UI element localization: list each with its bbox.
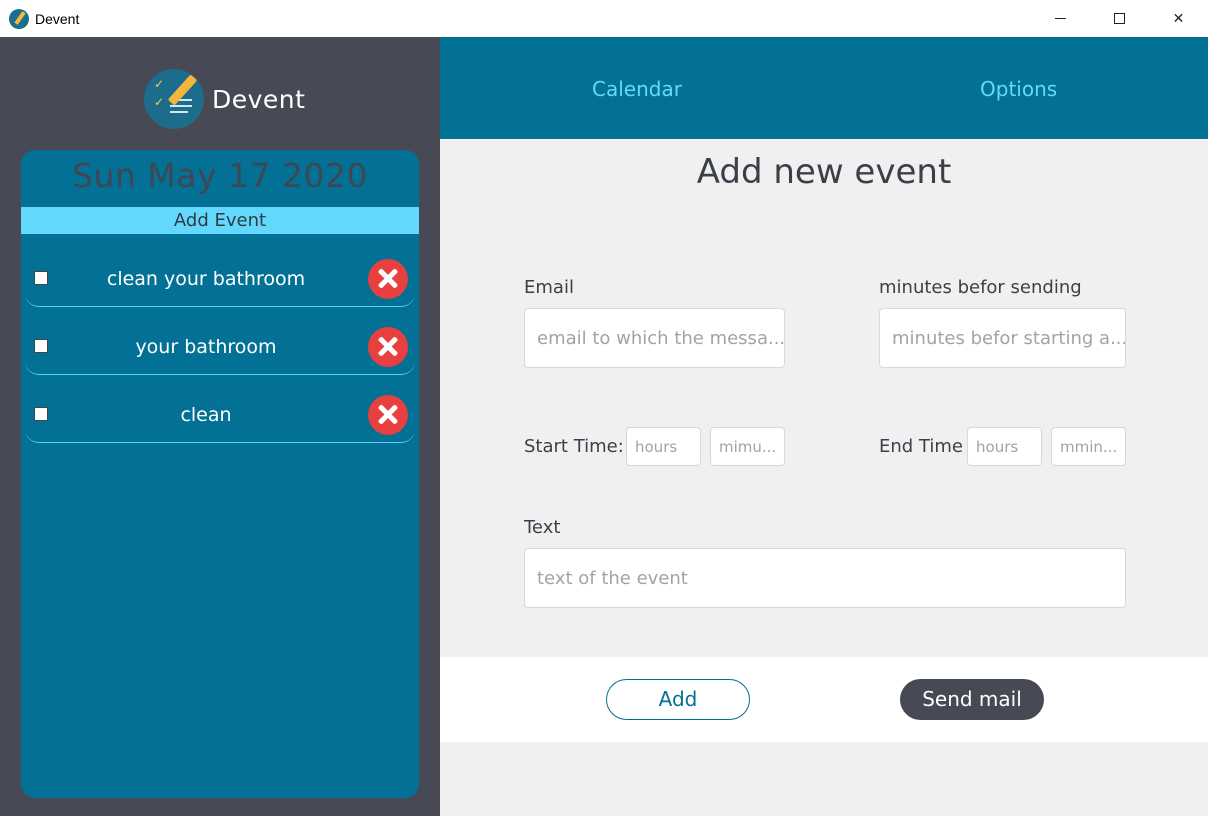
add-event-button[interactable]: Add Event: [21, 207, 419, 234]
brand: ✓ ✓ Devent: [144, 69, 305, 129]
start-minutes-field[interactable]: mimu...: [710, 427, 785, 466]
minutes-before-field[interactable]: minutes befor starting a...: [879, 308, 1126, 368]
app-icon: [9, 8, 29, 29]
minimize-button[interactable]: [1031, 0, 1090, 37]
end-time-label: End Time: [879, 436, 963, 457]
end-minutes-field[interactable]: mmin...: [1051, 427, 1126, 466]
todo-item: clean: [25, 386, 415, 443]
minutes-before-label: minutes befor sending: [879, 277, 1082, 298]
title-bar: Devent ✕: [0, 0, 1208, 37]
end-hours-field[interactable]: hours: [967, 427, 1042, 466]
minimize-icon: [1055, 18, 1066, 19]
nav-options[interactable]: Options: [980, 77, 1057, 101]
start-hours-field[interactable]: hours: [626, 427, 701, 466]
text-label: Text: [524, 517, 561, 538]
window-controls: ✕: [1031, 0, 1208, 37]
todo-item: your bathroom: [25, 318, 415, 375]
page-title: Add new event: [696, 152, 952, 192]
delete-icon[interactable]: [368, 327, 408, 367]
action-bar: Add Send mail: [440, 657, 1208, 742]
selected-date: Sun May 17 2020: [72, 156, 368, 195]
window-title: Devent: [35, 10, 80, 27]
email-label: Email: [524, 277, 574, 298]
sidebar: ✓ ✓ Devent Sun May 17 2020 Add Event cle…: [0, 37, 440, 816]
event-text-field[interactable]: text of the event: [524, 548, 1126, 608]
day-card: Sun May 17 2020 Add Event clean your bat…: [21, 150, 419, 798]
devent-logo-icon: ✓ ✓: [144, 69, 204, 129]
todo-label: clean: [180, 404, 232, 426]
maximize-icon: [1114, 13, 1125, 24]
top-nav: Calendar Options: [440, 37, 1208, 139]
add-button[interactable]: Add: [606, 679, 750, 720]
start-time-label: Start Time:: [524, 436, 624, 457]
close-button[interactable]: ✕: [1149, 0, 1208, 37]
todo-label: your bathroom: [135, 336, 277, 358]
todo-label: clean your bathroom: [106, 268, 306, 290]
todo-item: clean your bathroom: [25, 250, 415, 307]
delete-icon[interactable]: [368, 395, 408, 435]
maximize-button[interactable]: [1090, 0, 1149, 37]
send-mail-button[interactable]: Send mail: [900, 679, 1044, 720]
delete-icon[interactable]: [368, 259, 408, 299]
brand-name: Devent: [212, 84, 306, 114]
nav-calendar[interactable]: Calendar: [592, 77, 682, 101]
email-field[interactable]: email to which the messa...: [524, 308, 785, 368]
close-icon: ✕: [1172, 10, 1185, 27]
